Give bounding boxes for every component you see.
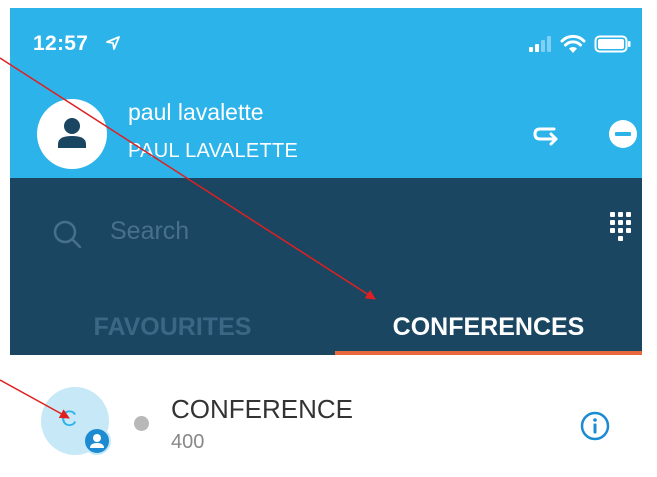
profile-avatar[interactable] — [37, 99, 107, 169]
app-screen: 12:57 paul lavalette PAUL LAVALETTE Sear… — [10, 8, 642, 477]
profile-name: paul lavalette — [128, 99, 264, 125]
conference-title: CONFERENCE — [171, 394, 354, 424]
user-icon — [58, 118, 86, 148]
signal-icon — [529, 36, 551, 52]
conference-avatar-letter: C — [61, 406, 77, 431]
user-icon — [90, 434, 104, 448]
battery-icon — [594, 35, 631, 53]
info-icon[interactable] — [580, 411, 610, 441]
conference-avatar: C — [41, 387, 111, 455]
conference-list-item[interactable]: C CONFERENCE 400 — [10, 359, 642, 467]
dialpad-icon[interactable] — [610, 212, 632, 244]
search-icon — [53, 220, 82, 249]
wifi-icon — [560, 34, 586, 53]
presence-indicator — [134, 416, 149, 431]
do-not-disturb-icon[interactable] — [608, 119, 638, 149]
conference-number: 400 — [171, 431, 205, 453]
tab-conferences[interactable]: CONFERENCES — [335, 300, 642, 355]
search-input[interactable] — [110, 214, 490, 248]
call-transfer-icon[interactable] — [530, 118, 564, 152]
active-tab-indicator — [335, 351, 642, 355]
header: 12:57 paul lavalette PAUL LAVALETTE — [10, 8, 642, 178]
tab-favourites[interactable]: FAVOURITES — [10, 300, 335, 355]
location-arrow-icon — [106, 36, 120, 50]
status-time: 12:57 — [33, 32, 89, 55]
search-and-tabs-panel: FAVOURITES CONFERENCES — [10, 178, 642, 355]
profile-display-name: PAUL LAVALETTE — [128, 140, 299, 162]
conference-user-badge — [83, 427, 111, 455]
status-icons — [528, 34, 632, 54]
